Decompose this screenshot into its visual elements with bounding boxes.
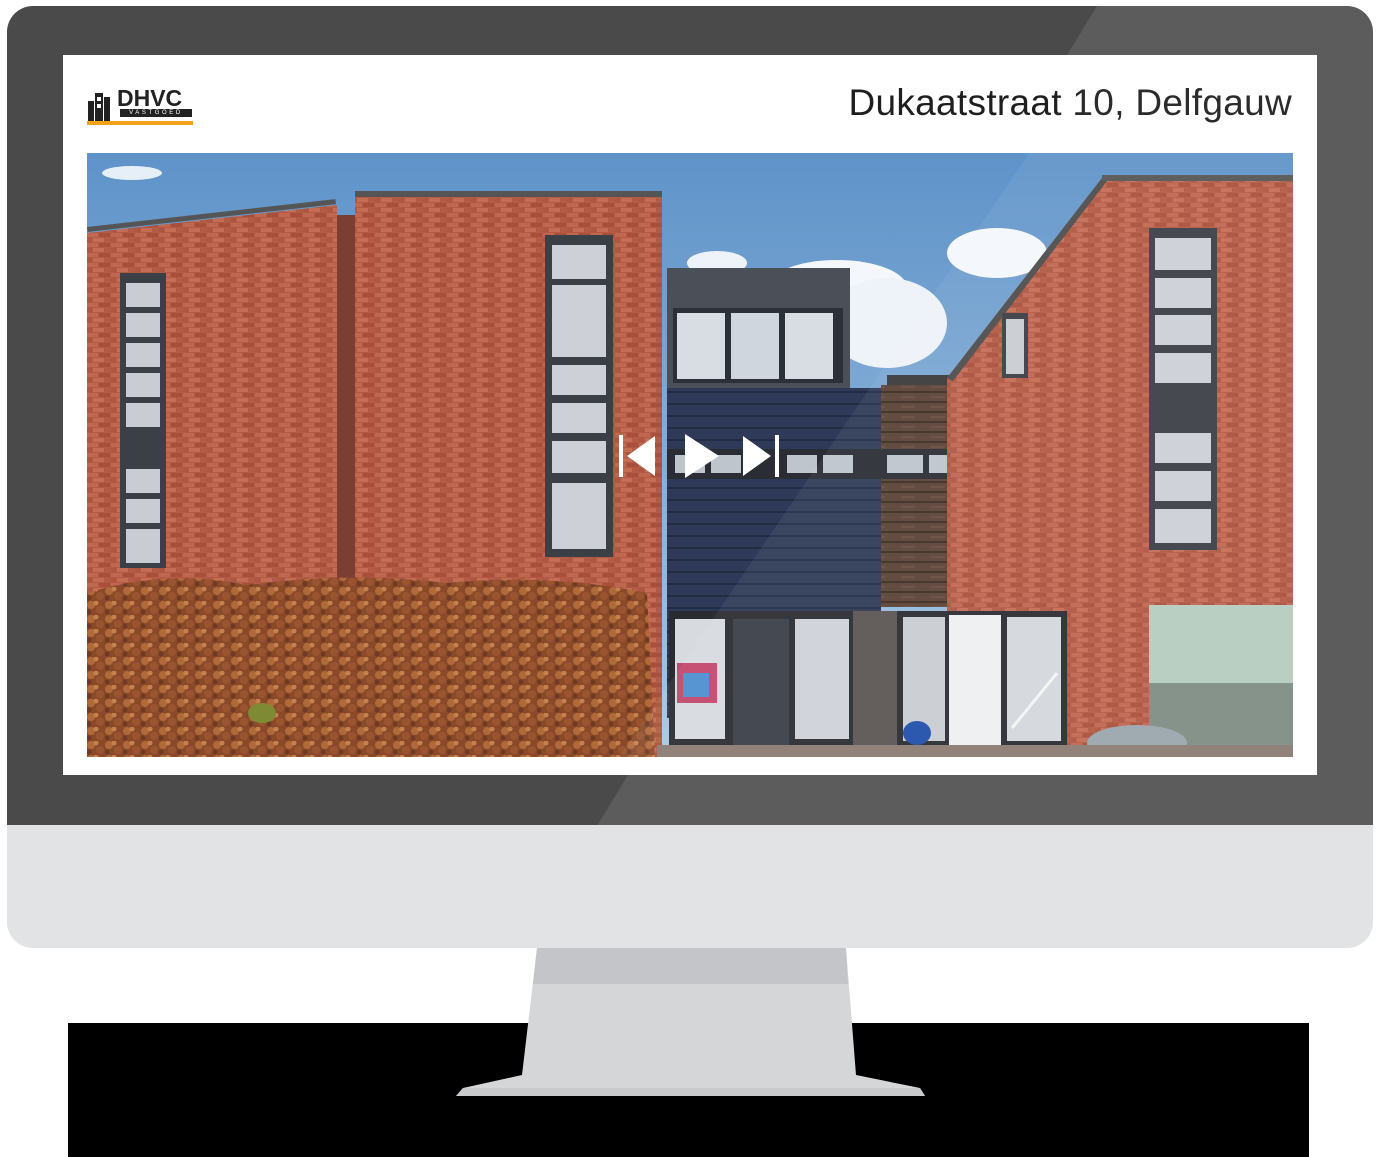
monitor-chin [7, 825, 1373, 948]
monitor-stand [456, 948, 925, 1096]
page-title: Dukaatstraat 10, Delfgauw [848, 82, 1292, 123]
play-icon[interactable] [681, 433, 721, 479]
skip-previous-icon[interactable] [617, 433, 657, 479]
building-icon [88, 93, 110, 121]
brand-name: DHVC [117, 85, 183, 111]
monitor-mockup: DHVC VASTGOED Dukaatstraat 10, Delfgauw [0, 0, 1383, 1157]
brand-tagline: VASTGOED [120, 109, 192, 117]
screen: DHVC VASTGOED Dukaatstraat 10, Delfgauw [63, 55, 1317, 775]
slideshow-photo[interactable] [87, 153, 1293, 757]
brand-accent-bar [87, 121, 193, 125]
brand-logo[interactable]: DHVC VASTGOED [87, 85, 193, 127]
slideshow-controls [617, 433, 787, 479]
skip-next-icon[interactable] [741, 433, 781, 479]
